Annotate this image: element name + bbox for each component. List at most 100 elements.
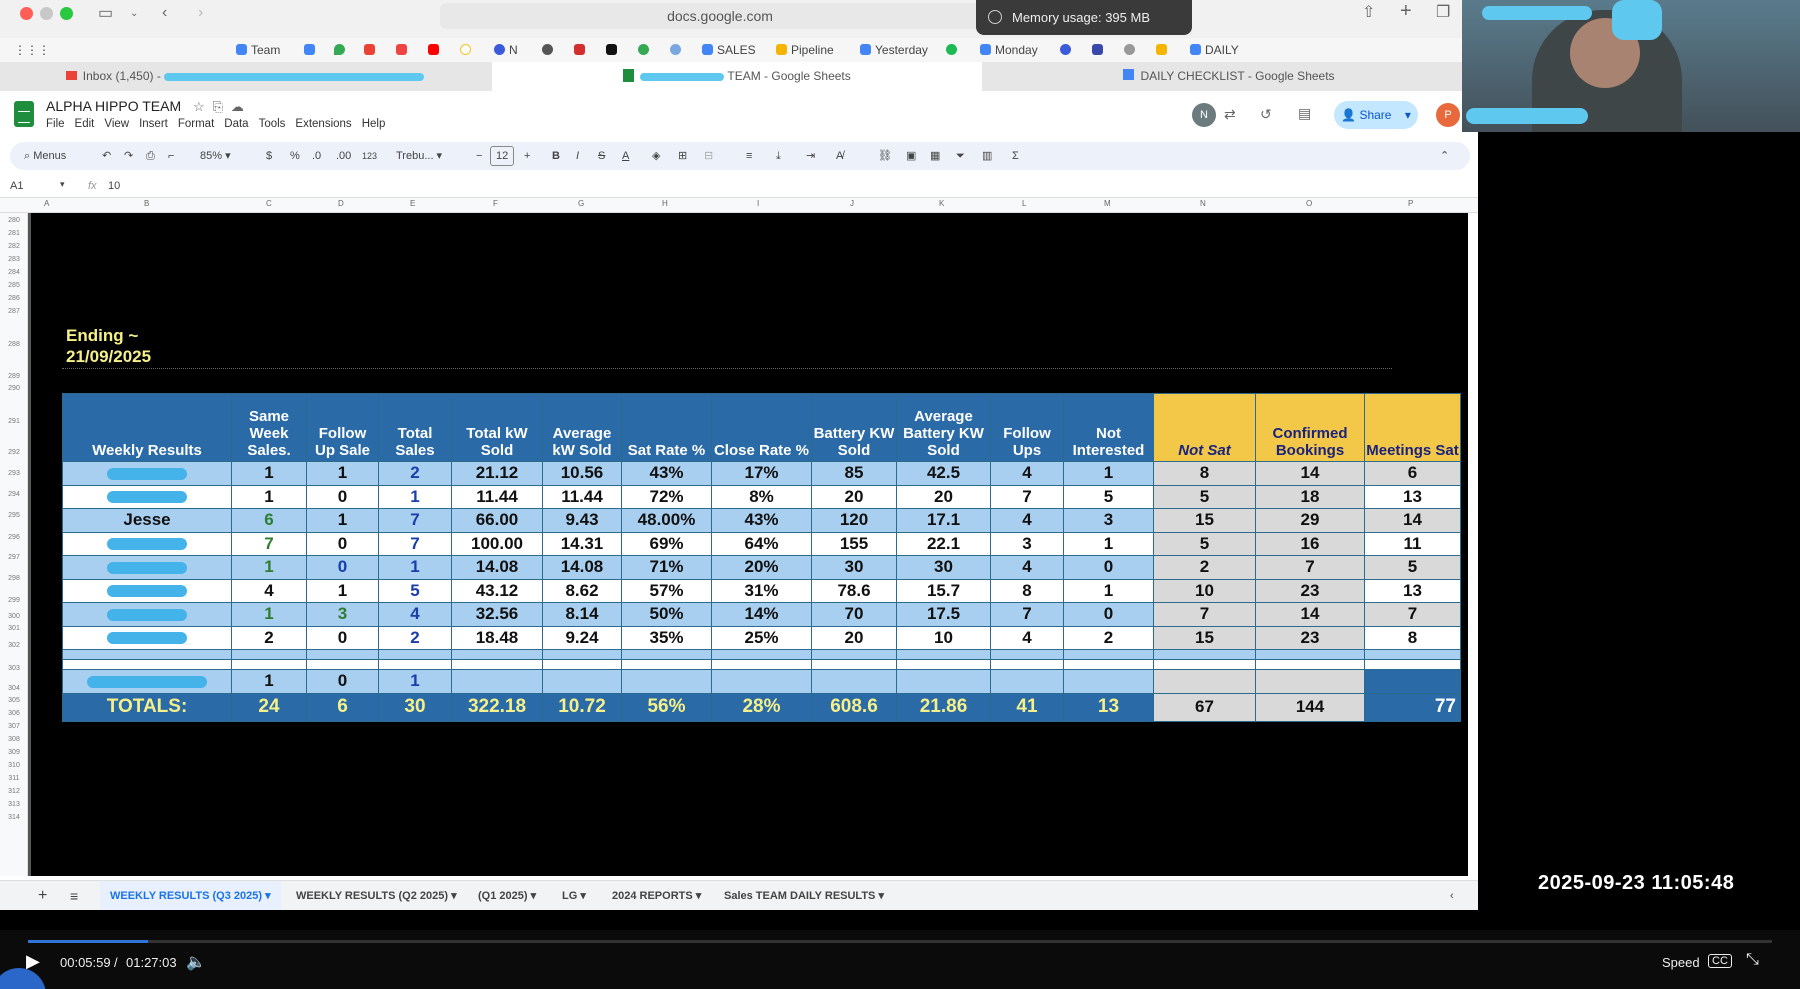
row-number[interactable]: 303 <box>0 665 28 672</box>
cell-follow[interactable]: 0 <box>306 555 379 580</box>
bookmark-maps[interactable] <box>334 41 349 59</box>
column-header-m[interactable]: M <box>1104 199 1111 208</box>
total-close[interactable]: 28% <box>711 692 812 722</box>
cell-sat[interactable]: 71% <box>621 555 712 580</box>
cell-batt[interactable]: 155 <box>811 531 897 556</box>
cell-fups[interactable]: 3 <box>990 531 1064 556</box>
volume-icon[interactable]: 🔈 <box>186 952 206 972</box>
bookmark-youtube[interactable] <box>428 41 443 59</box>
empty-cell[interactable] <box>1364 659 1461 670</box>
row-number[interactable]: 288 <box>0 341 28 348</box>
cell-notint[interactable]: 1 <box>1063 461 1154 486</box>
share-page-icon[interactable]: ⇧ <box>1362 4 1375 22</box>
row-number[interactable]: 280 <box>0 217 28 224</box>
cell-avg-kw[interactable]: 8.14 <box>542 602 622 627</box>
cell-notsat[interactable]: 7 <box>1153 602 1256 627</box>
forward-icon[interactable]: › <box>198 4 203 22</box>
cell-avg-batt[interactable]: 30 <box>896 555 991 580</box>
column-header-a[interactable]: A <box>44 199 49 208</box>
cell-batt[interactable]: 120 <box>811 508 897 533</box>
total-same[interactable]: 24 <box>231 692 307 722</box>
cell-conf[interactable]: 7 <box>1255 555 1365 580</box>
row-number[interactable]: 307 <box>0 723 28 730</box>
cell-close[interactable]: 31% <box>711 578 812 603</box>
total-avg-batt[interactable]: 21.86 <box>896 692 991 722</box>
captions-button[interactable]: CC <box>1708 954 1732 968</box>
empty-cell[interactable] <box>1063 659 1154 670</box>
bookmark-app[interactable] <box>396 41 411 59</box>
decrease-font-icon[interactable]: − <box>476 148 482 164</box>
cell-meet[interactable]: 8 <box>1364 625 1461 650</box>
bookmark-monday[interactable]: Monday <box>980 41 1038 59</box>
empty-cell[interactable] <box>378 659 452 670</box>
row-number[interactable]: 306 <box>0 710 28 717</box>
empty-cell[interactable] <box>542 669 622 694</box>
cell-fups[interactable]: 8 <box>990 578 1064 603</box>
rep-name-cell[interactable] <box>62 531 232 556</box>
cell-follow[interactable]: 1 <box>306 578 379 603</box>
column-header-j[interactable]: J <box>850 199 854 208</box>
text-color-icon[interactable]: A <box>622 148 629 164</box>
cell-sat[interactable]: 57% <box>621 578 712 603</box>
empty-cell[interactable] <box>542 649 622 660</box>
cell-sat[interactable]: 72% <box>621 484 712 509</box>
cell-notint[interactable]: 3 <box>1063 508 1154 533</box>
cell-sat[interactable]: 35% <box>621 625 712 650</box>
column-header-n[interactable]: N <box>1200 199 1206 208</box>
cell-avg-batt[interactable]: 10 <box>896 625 991 650</box>
filter-views-icon[interactable]: ▥ <box>982 148 992 164</box>
header-total-kw-sold[interactable]: Total kW Sold <box>451 393 543 462</box>
italic-button[interactable]: I <box>576 148 579 164</box>
empty-cell[interactable] <box>451 659 543 670</box>
bookmark-p[interactable] <box>606 41 621 59</box>
cell-notsat[interactable]: 10 <box>1153 578 1256 603</box>
row-number[interactable]: 312 <box>0 788 28 795</box>
minimize-window-button[interactable] <box>40 7 53 20</box>
cell-same[interactable]: 6 <box>231 508 307 533</box>
rep-name-cell[interactable] <box>62 669 232 694</box>
cell-batt[interactable]: 70 <box>811 602 897 627</box>
cell-batt[interactable]: 78.6 <box>811 578 897 603</box>
cell-same[interactable]: 1 <box>231 602 307 627</box>
row-number[interactable]: 310 <box>0 762 28 769</box>
cell-meet[interactable]: 5 <box>1364 555 1461 580</box>
bookmark-yesterday[interactable]: Yesterday <box>860 41 928 59</box>
empty-cell[interactable] <box>62 659 232 670</box>
cell-fups[interactable]: 4 <box>990 555 1064 580</box>
star-icon[interactable]: ☆ <box>193 99 205 114</box>
exit-fullscreen-icon[interactable]: ⤡ <box>1746 951 1759 969</box>
cell-conf[interactable]: 18 <box>1255 484 1365 509</box>
cell-same[interactable]: 4 <box>231 578 307 603</box>
row-number[interactable]: 284 <box>0 269 28 276</box>
cell-notsat[interactable]: 5 <box>1153 531 1256 556</box>
cell-batt[interactable]: 85 <box>811 461 897 486</box>
empty-cell[interactable] <box>621 649 712 660</box>
bookmark-app2[interactable] <box>1092 41 1107 59</box>
row-number[interactable]: 281 <box>0 230 28 237</box>
number-format-button[interactable]: 123 <box>362 148 377 164</box>
cell-kw[interactable]: 21.12 <box>451 461 543 486</box>
cell-total[interactable]: 7 <box>378 531 452 556</box>
cell-conf[interactable]: 23 <box>1255 625 1365 650</box>
cell-sat[interactable]: 43% <box>621 461 712 486</box>
empty-cell[interactable] <box>990 669 1064 694</box>
tab-inbox[interactable]: Inbox (1,450) - <box>0 62 490 91</box>
cell-total[interactable]: 1 <box>378 484 452 509</box>
cell-total[interactable]: 2 <box>378 461 452 486</box>
sheet-tab-daily-results[interactable]: Sales TEAM DAILY RESULTS ▾ <box>724 881 884 910</box>
row-number[interactable]: 289 <box>0 373 28 380</box>
cell-avg-batt[interactable]: 17.1 <box>896 508 991 533</box>
row-number[interactable]: 293 <box>0 470 28 477</box>
align-icon[interactable]: ≡ <box>746 148 752 164</box>
cell-close[interactable]: 8% <box>711 484 812 509</box>
column-header-c[interactable]: C <box>266 199 272 208</box>
column-header-d[interactable]: D <box>338 199 344 208</box>
empty-cell[interactable] <box>1153 659 1256 670</box>
row-number[interactable]: 304 <box>0 685 28 692</box>
cell-sat[interactable]: 50% <box>621 602 712 627</box>
cell-avg-kw[interactable]: 9.24 <box>542 625 622 650</box>
total-follow[interactable]: 6 <box>306 692 379 722</box>
cell-conf[interactable]: 14 <box>1255 602 1365 627</box>
cell-sat[interactable]: 69% <box>621 531 712 556</box>
total-fups[interactable]: 41 <box>990 692 1064 722</box>
